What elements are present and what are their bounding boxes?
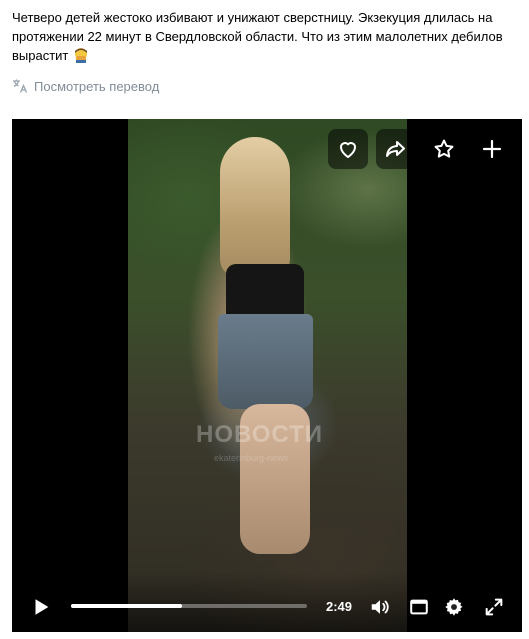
miniplayer-button[interactable] (408, 596, 430, 618)
fullscreen-icon (485, 598, 503, 616)
video-overlay-actions (328, 129, 512, 169)
star-icon (434, 139, 454, 158)
video-watermark-sub: ekaterinburg-news (214, 453, 289, 463)
progress-bar[interactable] (71, 604, 307, 608)
fullscreen-button[interactable] (483, 596, 505, 618)
video-controls: 2:49 (12, 572, 522, 632)
translate-link[interactable]: Посмотреть перевод (12, 76, 159, 96)
share-icon (386, 141, 405, 157)
settings-button[interactable] (443, 596, 465, 618)
play-button[interactable] (30, 596, 52, 618)
gear-icon (445, 598, 463, 616)
video-figure-hair (220, 137, 290, 277)
translate-label: Посмотреть перевод (34, 78, 160, 94)
like-button[interactable] (328, 129, 368, 169)
post-text: Четверо детей жестоко избивают и унижают… (12, 8, 517, 65)
video-duration: 2:49 (326, 599, 353, 614)
favorite-button[interactable] (424, 129, 464, 169)
video-figure-skirt (218, 314, 313, 409)
video-figure-top (226, 264, 304, 319)
video-watermark: НОВОСТИ (196, 421, 324, 448)
add-to-playlist-button[interactable] (472, 129, 512, 169)
volume-icon (371, 600, 389, 614)
translate-icon (13, 79, 28, 93)
share-button[interactable] (376, 129, 416, 169)
heart-icon (340, 142, 356, 158)
plus-icon (482, 139, 502, 159)
miniplayer-icon (410, 599, 428, 615)
facepalm-emoji-icon (75, 48, 88, 63)
video-frame[interactable]: НОВОСТИ ekaterinburg-news (128, 119, 407, 632)
progress-fill (71, 604, 182, 608)
play-icon (35, 599, 49, 615)
video-player[interactable]: НОВОСТИ ekaterinburg-news 2:49 (12, 119, 522, 632)
volume-button[interactable] (369, 596, 391, 618)
